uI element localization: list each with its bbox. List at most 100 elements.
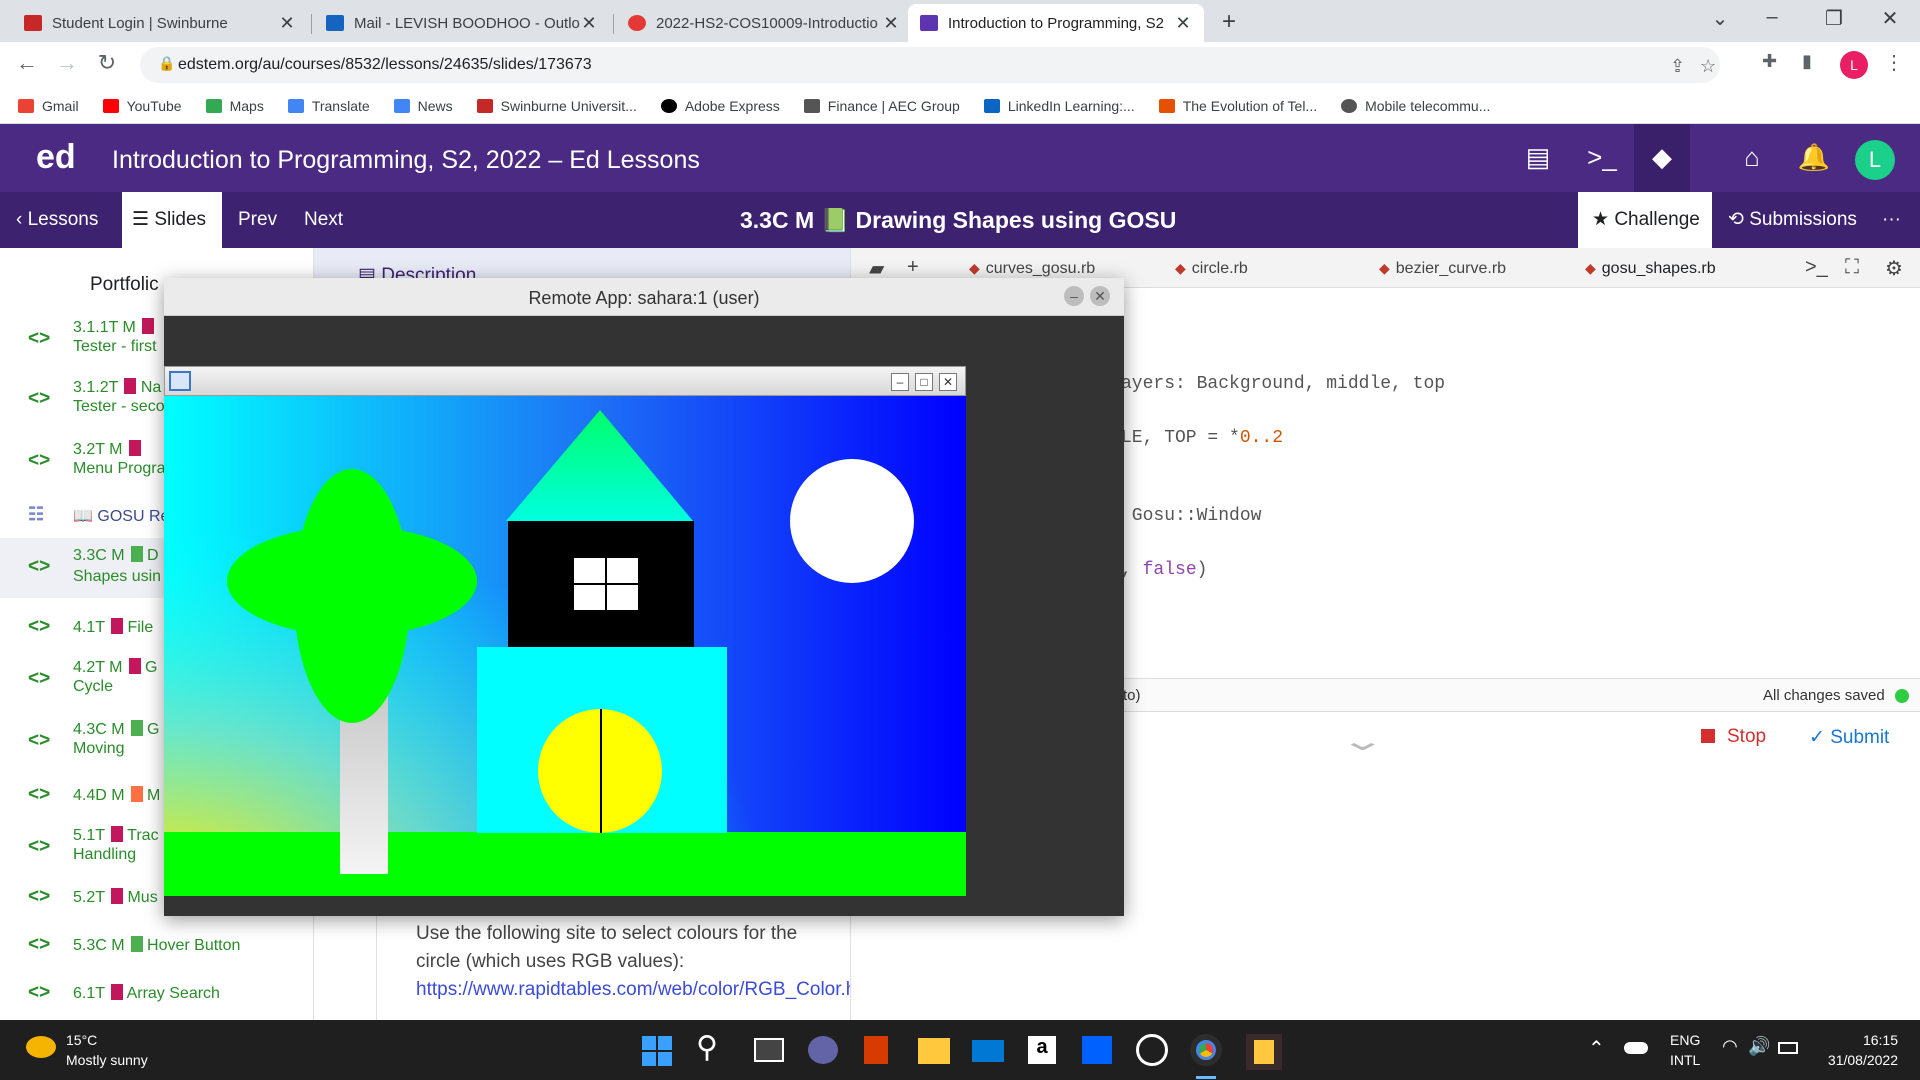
add-file-icon[interactable]: + — [907, 256, 919, 279]
amazon-icon[interactable]: a — [1028, 1036, 1056, 1064]
bookmark-item[interactable]: Finance | AEC Group — [803, 98, 960, 114]
start-menu-icon[interactable] — [642, 1036, 672, 1066]
close-tab-icon[interactable]: ✕ — [882, 13, 900, 34]
browser-tab-active[interactable]: Introduction to Programming, S2 ✕ — [908, 4, 1204, 42]
restore-window-icon[interactable]: ❐ — [1814, 6, 1854, 31]
ed-logo[interactable]: ed — [36, 138, 76, 177]
user-avatar[interactable]: L — [1855, 140, 1895, 180]
terminal-icon[interactable]: >_ — [1582, 142, 1622, 173]
back-icon[interactable]: ← — [12, 50, 42, 76]
reload-icon[interactable]: ↻ — [92, 50, 122, 76]
browser-menu-icon[interactable]: ⋮ — [1884, 50, 1904, 75]
url-input[interactable]: 🔒 edstem.org/au/courses/8532/lessons/246… — [140, 47, 1720, 83]
task-view-icon[interactable] — [754, 1038, 784, 1062]
close-tab-icon[interactable]: ✕ — [278, 13, 296, 34]
clock[interactable]: 16:15 31/08/2022 — [1810, 1030, 1898, 1070]
menu-icon: ☰ — [132, 209, 155, 230]
next-button[interactable]: Next — [304, 192, 343, 248]
prev-button[interactable]: Prev — [238, 192, 277, 248]
challenge-tab[interactable]: ★ Challenge — [1578, 192, 1712, 248]
onedrive-icon[interactable] — [1624, 1042, 1648, 1054]
bookmark-item[interactable]: Maps — [205, 98, 264, 114]
close-tab-icon[interactable]: ✕ — [580, 13, 598, 34]
search-icon[interactable]: ⚲ — [696, 1030, 718, 1065]
minimize-icon[interactable]: – — [891, 373, 909, 391]
stop-button[interactable]: Stop — [1701, 726, 1766, 748]
maximize-icon[interactable]: □ — [915, 373, 933, 391]
submissions-tab[interactable]: ⟲ Submissions — [1728, 192, 1857, 248]
close-tab-icon[interactable]: ✕ — [1174, 13, 1192, 34]
code-icon: <> — [28, 328, 51, 349]
language-indicator[interactable]: ENG INTL — [1670, 1030, 1700, 1070]
wifi-icon[interactable]: ◠ — [1722, 1036, 1738, 1057]
lessons-icon[interactable]: ◆ — [1642, 142, 1682, 173]
ruby-icon: ◆ — [1585, 260, 1596, 276]
mail-icon[interactable] — [972, 1040, 1004, 1062]
lessons-back-button[interactable]: ‹ Lessons — [16, 192, 98, 248]
terminal-icon[interactable]: >_ — [1805, 256, 1828, 279]
bookmark-item[interactable]: Swinburne Universit... — [476, 98, 637, 114]
fullscreen-icon[interactable]: ⛶ — [1845, 256, 1859, 279]
code-line: Gosu::Window — [1121, 506, 1262, 526]
submit-button[interactable]: ✓ Submit — [1809, 726, 1889, 749]
bookmark-item[interactable]: Adobe Express — [660, 98, 780, 114]
code-icon: <> — [28, 388, 51, 409]
file-tab-active[interactable]: ◆ gosu_shapes.rb — [1585, 260, 1716, 278]
battery-icon[interactable] — [1778, 1042, 1798, 1054]
volume-icon[interactable]: 🔊 — [1748, 1036, 1770, 1057]
home-icon[interactable]: ⌂ — [1732, 142, 1772, 173]
bookmark-item[interactable]: The Evolution of Tel... — [1158, 98, 1317, 114]
swinburne-icon — [476, 98, 493, 113]
code-icon: <> — [28, 668, 51, 689]
file-explorer-icon[interactable] — [918, 1038, 950, 1064]
chevron-down-icon[interactable]: ⌄ — [1339, 724, 1386, 757]
bookmark-item[interactable]: Mobile telecommu... — [1341, 98, 1490, 114]
bookmark-item[interactable]: Gmail — [18, 98, 79, 114]
dropbox-icon[interactable] — [1082, 1036, 1112, 1064]
office-icon[interactable] — [864, 1036, 888, 1064]
notifications-icon[interactable]: 🔔 — [1794, 142, 1834, 173]
list-item[interactable]: <> 5.3C M Hover Button — [0, 928, 313, 964]
file-manager-icon[interactable] — [1246, 1034, 1282, 1070]
close-window-icon[interactable]: ✕ — [1870, 6, 1910, 31]
app-icon[interactable] — [1136, 1034, 1168, 1066]
gosu-window-titlebar[interactable]: – □ ✕ — [164, 366, 966, 396]
browser-tab[interactable]: Mail - LEVISH BOODHOO - Outlo ✕ — [314, 4, 610, 42]
code-icon: <> — [28, 450, 51, 471]
browser-tab[interactable]: Student Login | Swinburne ✕ — [12, 4, 308, 42]
file-tab[interactable]: ◆ bezier_curve.rb — [1379, 260, 1506, 278]
bookmark-item[interactable]: YouTube — [102, 98, 182, 114]
tab-search-icon[interactable]: ⌄ — [1700, 6, 1740, 31]
file-tab[interactable]: ◆ curves_gosu.rb — [969, 260, 1095, 278]
bookmark-item[interactable]: News — [393, 98, 453, 114]
code-icon: <> — [28, 784, 51, 805]
close-icon[interactable]: ✕ — [1090, 286, 1110, 306]
settings-gear-icon[interactable]: ⚙ — [1885, 256, 1903, 281]
bookmark-star-icon[interactable]: ☆ — [1700, 56, 1716, 77]
minimize-window-icon[interactable]: – — [1752, 6, 1792, 29]
file-tab[interactable]: ◆ circle.rb — [1175, 260, 1248, 278]
bookmark-item[interactable]: Translate — [287, 98, 370, 114]
browser-tab[interactable]: 2022-HS2-COS10009-Introductio ✕ — [616, 4, 912, 42]
remote-app-titlebar[interactable]: Remote App: sahara:1 (user) – ✕ — [164, 278, 1124, 316]
side-panel-icon[interactable]: ▮ — [1802, 51, 1812, 72]
bookmark-item[interactable]: LinkedIn Learning:... — [983, 98, 1135, 114]
close-icon[interactable]: ✕ — [939, 373, 957, 391]
more-options-icon[interactable]: ··· — [1882, 192, 1901, 248]
new-tab-button[interactable]: + — [1222, 8, 1236, 36]
profile-avatar[interactable]: L — [1840, 51, 1868, 79]
share-icon[interactable]: ⇪ — [1670, 56, 1685, 77]
discussion-icon[interactable]: ▤ — [1518, 142, 1558, 173]
extensions-icon[interactable]: ✚ — [1762, 51, 1777, 72]
chevron-up-icon[interactable]: ⌃ — [1588, 1036, 1605, 1061]
chrome-icon[interactable] — [1190, 1034, 1222, 1066]
color-site-link[interactable]: https://www.rapidtables.com/web/color/RG… — [416, 979, 882, 1000]
forward-icon[interactable]: → — [52, 50, 82, 76]
minimize-icon[interactable]: – — [1064, 286, 1084, 306]
list-item[interactable]: <> 6.1T Array Search — [0, 976, 313, 1012]
window-app-icon — [169, 371, 191, 391]
outlook-favicon-icon — [326, 15, 344, 31]
slides-button[interactable]: ☰ Slides — [122, 192, 222, 248]
ed-favicon-icon — [920, 15, 938, 31]
teams-icon[interactable] — [808, 1036, 838, 1064]
